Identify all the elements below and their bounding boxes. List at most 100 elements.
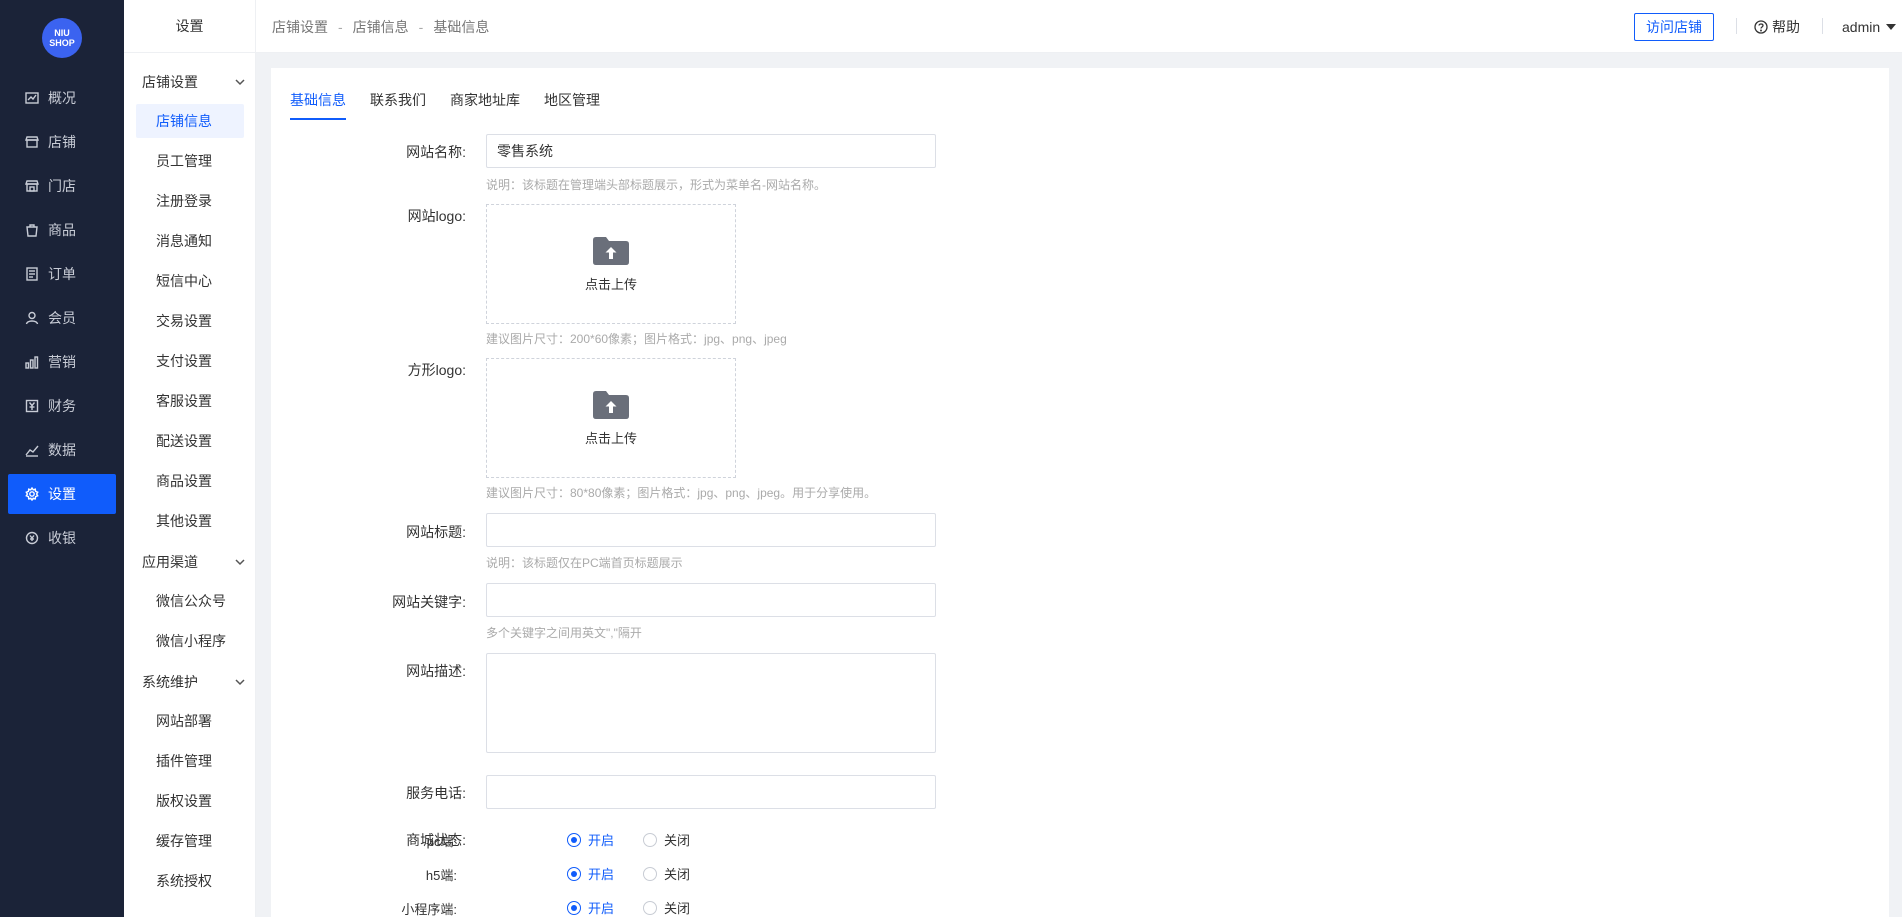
nav-settings[interactable]: 设置 — [8, 474, 116, 514]
breadcrumb-item[interactable]: 店铺信息 — [353, 17, 409, 37]
keywords-input[interactable] — [486, 583, 936, 617]
nav-data[interactable]: 数据 — [8, 430, 116, 470]
niushop-logo[interactable]: NIU SHOP — [42, 18, 82, 58]
group-app-channels[interactable]: 应用渠道 — [142, 547, 246, 577]
chart-icon — [24, 90, 40, 106]
sidebar-item-wechat-official[interactable]: 微信公众号 — [136, 584, 244, 618]
sidebar-item-trade[interactable]: 交易设置 — [136, 304, 244, 338]
main-sidebar: NIU SHOP 概况 店铺 门店 商品 订单 会员 营销 财务 数据 设置 收… — [0, 0, 124, 917]
nav-marketing[interactable]: 营销 — [8, 342, 116, 382]
tab-address-library[interactable]: 商家地址库 — [450, 80, 520, 120]
upload-folder-icon — [593, 236, 629, 265]
finance-icon — [24, 398, 40, 414]
tab-region-management[interactable]: 地区管理 — [544, 80, 600, 120]
radio-label: 开启 — [588, 867, 615, 882]
breadcrumb-item[interactable]: 店铺设置 — [272, 17, 328, 37]
sidebar-item-wechat-miniprogram[interactable]: 微信小程序 — [136, 624, 244, 658]
sidebar-item-cache[interactable]: 缓存管理 — [136, 824, 244, 858]
pc-status-label: pc端: — [426, 834, 457, 849]
nav-label: 订单 — [48, 266, 76, 282]
nav-goods[interactable]: 商品 — [8, 210, 116, 250]
breadcrumb: 店铺设置 - 店铺信息 - 基础信息 — [272, 0, 489, 53]
sidebar-item-other[interactable]: 其他设置 — [136, 504, 244, 538]
radio-dot — [567, 866, 581, 881]
h5-close-radio[interactable]: 关闭 — [643, 864, 690, 883]
breadcrumb-separator: - — [338, 18, 343, 35]
radio-dot — [643, 866, 657, 881]
breadcrumb-item-current: 基础信息 — [433, 18, 490, 35]
divider — [1822, 18, 1823, 34]
h5-open-radio[interactable]: 开启 — [567, 864, 614, 883]
service-phone-input[interactable] — [486, 775, 936, 809]
sidebar-item-deploy[interactable]: 网站部署 — [136, 704, 244, 738]
visit-store-button[interactable]: 访问店铺 — [1634, 13, 1714, 41]
site-name-input[interactable] — [486, 134, 936, 168]
group-system-maintenance[interactable]: 系统维护 — [142, 667, 246, 697]
nav-label: 财务 — [48, 398, 76, 414]
miniprogram-close-radio[interactable]: 关闭 — [643, 898, 690, 917]
caret-down-icon — [1886, 23, 1897, 30]
goods-icon — [24, 222, 40, 238]
sidebar-item-message[interactable]: 消息通知 — [136, 224, 244, 258]
sidebar-item-delivery[interactable]: 配送设置 — [136, 424, 244, 458]
nav-shop[interactable]: 门店 — [8, 166, 116, 206]
site-logo-label: 网站logo: — [407, 208, 466, 224]
sidebar-item-payment[interactable]: 支付设置 — [136, 344, 244, 378]
group-label: 店铺设置 — [142, 74, 198, 90]
pc-close-radio[interactable]: 关闭 — [643, 830, 690, 849]
nav-store[interactable]: 店铺 — [8, 122, 116, 162]
site-logo-hint: 建议图片尺寸：200*60像素；图片格式：jpg、png、jpeg — [486, 332, 787, 346]
miniprogram-open-radio[interactable]: 开启 — [567, 898, 614, 917]
nav-cashier[interactable]: 收银 — [8, 518, 116, 558]
tab-contact-us[interactable]: 联系我们 — [370, 80, 426, 120]
square-logo-upload[interactable]: 点击上传 — [486, 358, 736, 478]
sidebar-item-license[interactable]: 系统授权 — [136, 864, 244, 898]
group-store-settings[interactable]: 店铺设置 — [142, 67, 246, 97]
shop-icon — [24, 178, 40, 194]
site-name-hint: 说明：该标题在管理端头部标题展示，形式为菜单名-网站名称。 — [486, 178, 826, 192]
nav-finance[interactable]: 财务 — [8, 386, 116, 426]
sidebar-item-goods-settings[interactable]: 商品设置 — [136, 464, 244, 498]
description-textarea[interactable] — [486, 653, 936, 753]
sidebar-item-register-login[interactable]: 注册登录 — [136, 184, 244, 218]
tab-basic-info[interactable]: 基础信息 — [290, 80, 346, 120]
gear-icon — [24, 486, 40, 502]
keywords-hint: 多个关键字之间用英文","隔开 — [486, 626, 642, 640]
square-logo-hint: 建议图片尺寸：80*80像素；图片格式：jpg、png、jpeg。用于分享使用。 — [486, 486, 877, 500]
help-icon — [1754, 19, 1768, 34]
nav-label: 收银 — [48, 530, 76, 546]
help-link[interactable]: 帮助 — [1754, 0, 1800, 53]
radio-dot — [643, 832, 657, 847]
sidebar-item-store-info[interactable]: 店铺信息 — [136, 104, 244, 138]
square-logo-label: 方形logo: — [407, 362, 466, 378]
radio-label: 开启 — [588, 833, 615, 848]
nav-order[interactable]: 订单 — [8, 254, 116, 294]
radio-dot — [567, 900, 581, 915]
radio-label: 关闭 — [664, 867, 691, 882]
pc-open-radio[interactable]: 开启 — [567, 830, 614, 849]
user-icon — [24, 310, 40, 326]
description-label: 网站描述: — [406, 663, 466, 679]
marketing-icon — [24, 354, 40, 370]
top-header: 店铺设置 - 店铺信息 - 基础信息 访问店铺 帮助 admin — [256, 0, 1902, 53]
sidebar-item-sms[interactable]: 短信中心 — [136, 264, 244, 298]
nav-overview[interactable]: 概况 — [8, 78, 116, 118]
upload-text: 点击上传 — [584, 276, 637, 292]
cashier-icon — [24, 530, 40, 546]
radio-label: 关闭 — [664, 901, 691, 916]
site-logo-upload[interactable]: 点击上传 — [486, 204, 736, 324]
upload-folder-icon — [593, 390, 629, 419]
upload-text: 点击上传 — [584, 430, 637, 446]
sidebar-item-copyright[interactable]: 版权设置 — [136, 784, 244, 818]
sidebar-item-plugins[interactable]: 插件管理 — [136, 744, 244, 778]
radio-label: 开启 — [588, 901, 615, 916]
user-menu[interactable]: admin — [1842, 0, 1897, 53]
username: admin — [1842, 18, 1881, 35]
nav-label: 营销 — [48, 354, 76, 370]
sidebar-item-staff[interactable]: 员工管理 — [136, 144, 244, 178]
order-icon — [24, 266, 40, 282]
site-title-input[interactable] — [486, 513, 936, 547]
sidebar-item-service[interactable]: 客服设置 — [136, 384, 244, 418]
nav-member[interactable]: 会员 — [8, 298, 116, 338]
site-name-label: 网站名称: — [406, 144, 466, 160]
